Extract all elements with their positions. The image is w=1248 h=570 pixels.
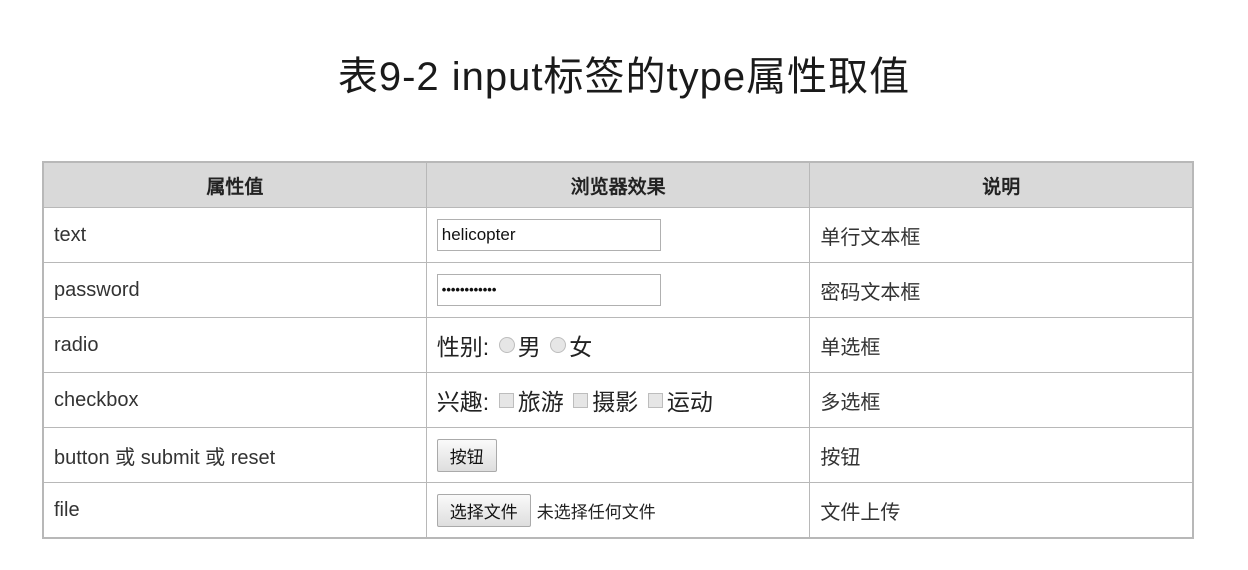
cell-value: file: [42, 482, 427, 539]
table-row-password: password •••••••••••• 密码文本框: [42, 262, 1194, 318]
table-row-radio: radio 性别: 男 女 单选框: [42, 317, 1194, 373]
cell-value: button 或 submit 或 reset: [42, 427, 427, 483]
table-row-file: file 选择文件 未选择任何文件 文件上传: [42, 482, 1194, 539]
gender-label: 性别:: [436, 334, 490, 360]
cell-value: text: [42, 207, 427, 263]
interest-label: 兴趣:: [436, 389, 490, 415]
header-browser-effect: 浏览器效果: [425, 161, 811, 208]
cell-effect: ••••••••••••: [425, 262, 811, 318]
cell-desc: 按钮: [809, 427, 1194, 483]
cell-value: password: [42, 262, 427, 318]
choose-file-button[interactable]: 选择文件: [436, 493, 531, 527]
cell-effect: 兴趣: 旅游 摄影 运动: [425, 372, 811, 428]
cell-effect: helicopter: [425, 207, 811, 263]
table-row-button: button 或 submit 或 reset 按钮 按钮: [42, 427, 1194, 483]
cell-effect: 按钮: [425, 427, 811, 483]
checkbox-label-travel: 旅游: [517, 389, 564, 415]
cell-desc: 单行文本框: [809, 207, 1194, 263]
table-header-row: 属性值 浏览器效果 说明: [42, 161, 1194, 208]
cell-effect: 选择文件 未选择任何文件: [425, 482, 811, 539]
cell-desc: 文件上传: [809, 482, 1194, 539]
cell-desc: 单选框: [809, 317, 1194, 373]
radio-label-female: 女: [569, 334, 593, 360]
demo-button[interactable]: 按钮: [436, 438, 497, 472]
radio-female[interactable]: [550, 337, 567, 353]
cell-effect: 性别: 男 女: [425, 317, 811, 373]
cell-desc: 多选框: [809, 372, 1194, 428]
header-description: 说明: [809, 161, 1194, 208]
text-input-demo[interactable]: helicopter: [436, 219, 661, 251]
type-attribute-table: 属性值 浏览器效果 说明 text helicopter 单行文本框 passw…: [42, 161, 1194, 539]
cell-value: radio: [42, 317, 427, 373]
header-attribute-value: 属性值: [42, 161, 427, 208]
checkbox-photography[interactable]: [573, 392, 589, 408]
checkbox-label-photography: 摄影: [592, 389, 639, 415]
cell-desc: 密码文本框: [809, 262, 1194, 318]
page-title: 表9-2 input标签的type属性取值: [337, 55, 911, 99]
checkbox-label-sports: 运动: [666, 389, 713, 415]
checkbox-travel[interactable]: [498, 392, 514, 408]
table-row-text: text helicopter 单行文本框: [42, 207, 1194, 263]
password-input-demo[interactable]: ••••••••••••: [436, 274, 661, 306]
table-row-checkbox: checkbox 兴趣: 旅游 摄影 运动 多选框: [42, 372, 1194, 428]
file-status: 未选择任何文件: [536, 502, 656, 522]
radio-label-male: 男: [517, 334, 541, 360]
cell-value: checkbox: [42, 372, 427, 428]
radio-male[interactable]: [498, 337, 515, 353]
checkbox-sports[interactable]: [647, 392, 663, 408]
